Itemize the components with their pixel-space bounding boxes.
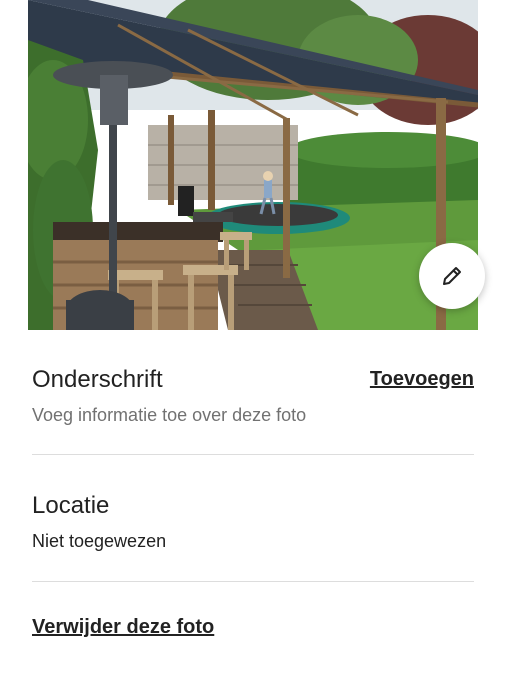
caption-subtitle: Voeg informatie toe over deze foto xyxy=(32,405,307,425)
add-caption-link[interactable]: Toevoegen xyxy=(370,368,474,391)
divider xyxy=(32,581,474,582)
location-title: Locatie xyxy=(32,492,110,519)
delete-photo-link[interactable]: Verwijder deze foto xyxy=(32,616,214,639)
location-section[interactable]: Locatie Niet toegewezen xyxy=(32,492,474,552)
edit-photo-button[interactable] xyxy=(419,243,485,309)
location-value: Niet toegewezen xyxy=(32,531,167,551)
pencil-icon xyxy=(443,267,461,285)
caption-section: Onderschrift Toevoegen Voeg informatie t… xyxy=(32,366,474,426)
garden-photo[interactable] xyxy=(28,0,478,330)
divider xyxy=(32,454,474,455)
photo-area xyxy=(0,0,506,330)
